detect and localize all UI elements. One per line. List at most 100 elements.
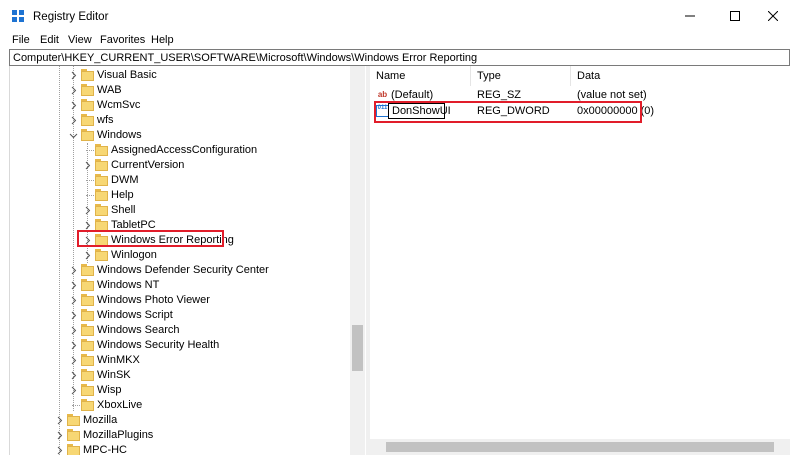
minimize-icon	[685, 15, 695, 17]
chevron-right-icon[interactable]	[69, 311, 78, 320]
list-scroll-thumb[interactable]	[386, 442, 774, 452]
chevron-right-icon[interactable]	[69, 281, 78, 290]
tree-item-label: Windows Defender Security Center	[97, 264, 269, 276]
folder-icon	[81, 69, 94, 82]
tree-item[interactable]: Mozilla	[10, 413, 350, 428]
value-name: DonShowUI	[392, 105, 451, 117]
menu-help[interactable]: Help	[151, 34, 174, 46]
tree-connector	[86, 180, 94, 181]
list-horizontal-scrollbar[interactable]	[370, 439, 790, 455]
tree-item[interactable]: Windows	[10, 128, 350, 143]
tree-item[interactable]: WcmSvc	[10, 98, 350, 113]
folder-icon	[81, 324, 94, 337]
chevron-right-icon[interactable]	[83, 206, 92, 215]
value-row-donshowui[interactable]: 011 DonShowUI REG_DWORD 0x00000000 (0)	[370, 103, 790, 119]
chevron-right-icon[interactable]	[83, 161, 92, 170]
close-button[interactable]	[750, 0, 796, 32]
tree-item[interactable]: WinSK	[10, 368, 350, 383]
address-bar[interactable]: Computer\HKEY_CURRENT_USER\SOFTWARE\Micr…	[9, 49, 790, 66]
tree-item[interactable]: Windows Error Reporting	[10, 233, 350, 248]
tree-item[interactable]: Help	[10, 188, 350, 203]
tree-item[interactable]: XboxLive	[10, 398, 350, 413]
folder-icon	[81, 84, 94, 97]
tree-item[interactable]: AssignedAccessConfiguration	[10, 143, 350, 158]
tree-item[interactable]: Windows Search	[10, 323, 350, 338]
menu-view[interactable]: View	[68, 34, 92, 46]
chevron-right-icon[interactable]	[69, 326, 78, 335]
chevron-right-icon[interactable]	[69, 341, 78, 350]
tree-item-label: Windows Error Reporting	[111, 234, 234, 246]
tree-item[interactable]: Visual Basic	[10, 68, 350, 83]
folder-icon	[81, 294, 94, 307]
chevron-right-icon[interactable]	[83, 236, 92, 245]
tree-item[interactable]: WinMKX	[10, 353, 350, 368]
tree-item[interactable]: Winlogon	[10, 248, 350, 263]
chevron-right-icon[interactable]	[55, 446, 64, 455]
tree-item[interactable]: Windows Photo Viewer	[10, 293, 350, 308]
tree-item-label: MozillaPlugins	[83, 429, 154, 441]
chevron-right-icon[interactable]	[69, 356, 78, 365]
tree-item[interactable]: MPC-HC	[10, 443, 350, 455]
tree-item-label: Windows Photo Viewer	[97, 294, 210, 306]
column-header-name[interactable]: Name	[370, 66, 471, 86]
rename-input[interactable]: DonShowUI	[388, 103, 451, 119]
tree-item-label: Windows	[97, 129, 142, 141]
folder-icon	[81, 339, 94, 352]
tree-vertical-scrollbar[interactable]	[350, 66, 365, 455]
chevron-right-icon[interactable]	[69, 116, 78, 125]
folder-icon	[67, 414, 80, 427]
tree-item-label: WinSK	[97, 369, 131, 381]
folder-icon	[95, 174, 108, 187]
chevron-right-icon[interactable]	[69, 296, 78, 305]
chevron-right-icon[interactable]	[55, 416, 64, 425]
tree-item-label: Visual Basic	[97, 69, 157, 81]
column-header-data[interactable]: Data	[571, 66, 790, 86]
tree-item-label: Winlogon	[111, 249, 157, 261]
chevron-right-icon[interactable]	[83, 221, 92, 230]
folder-icon	[95, 144, 108, 157]
tree-item[interactable]: Wisp	[10, 383, 350, 398]
value-data: (value not set)	[577, 89, 647, 101]
minimize-button[interactable]	[667, 0, 713, 32]
tree-item[interactable]: TabletPC	[10, 218, 350, 233]
tree-item-label: Help	[111, 189, 134, 201]
tree-item[interactable]: CurrentVersion	[10, 158, 350, 173]
folder-icon	[81, 99, 94, 112]
chevron-right-icon[interactable]	[69, 266, 78, 275]
tree-item[interactable]: Windows Defender Security Center	[10, 263, 350, 278]
menu-edit[interactable]: Edit	[40, 34, 59, 46]
value-list[interactable]: Name Type Data ab (Default) REG_SZ (valu…	[370, 66, 790, 455]
tree-item[interactable]: Windows Security Health	[10, 338, 350, 353]
value-row-default[interactable]: ab (Default) REG_SZ (value not set)	[370, 87, 790, 103]
tree-item-label: Wisp	[97, 384, 122, 396]
tree-item[interactable]: Shell	[10, 203, 350, 218]
tree-item[interactable]: Windows NT	[10, 278, 350, 293]
folder-icon	[81, 279, 94, 292]
tree-item-label: XboxLive	[97, 399, 143, 411]
chevron-right-icon[interactable]	[69, 386, 78, 395]
tree-item-label: WinMKX	[97, 354, 140, 366]
chevron-right-icon[interactable]	[55, 431, 64, 440]
chevron-right-icon[interactable]	[69, 86, 78, 95]
chevron-down-icon[interactable]	[69, 131, 78, 140]
chevron-right-icon[interactable]	[69, 101, 78, 110]
chevron-right-icon[interactable]	[83, 251, 92, 260]
tree-item[interactable]: Windows Script	[10, 308, 350, 323]
chevron-right-icon[interactable]	[69, 371, 78, 380]
tree-scroll-thumb[interactable]	[352, 325, 363, 371]
value-type: REG_SZ	[477, 89, 522, 101]
menu-file[interactable]: File	[12, 34, 30, 46]
tree-item[interactable]: wfs	[10, 113, 350, 128]
tree-item-label: Windows NT	[97, 279, 160, 291]
folder-icon	[95, 189, 108, 202]
folder-icon	[67, 429, 80, 442]
tree-item[interactable]: DWM	[10, 173, 350, 188]
tree-item[interactable]: WAB	[10, 83, 350, 98]
tree-connector	[86, 150, 94, 151]
key-tree[interactable]: Visual Basic WAB WcmSvc wfs Windows AssignedA…	[9, 66, 365, 455]
column-header-type[interactable]: Type	[471, 66, 571, 86]
tree-item[interactable]: MozillaPlugins	[10, 428, 350, 443]
menu-favorites[interactable]: Favorites	[100, 34, 145, 46]
chevron-right-icon[interactable]	[69, 71, 78, 80]
tree-item-label: MPC-HC	[83, 444, 127, 455]
